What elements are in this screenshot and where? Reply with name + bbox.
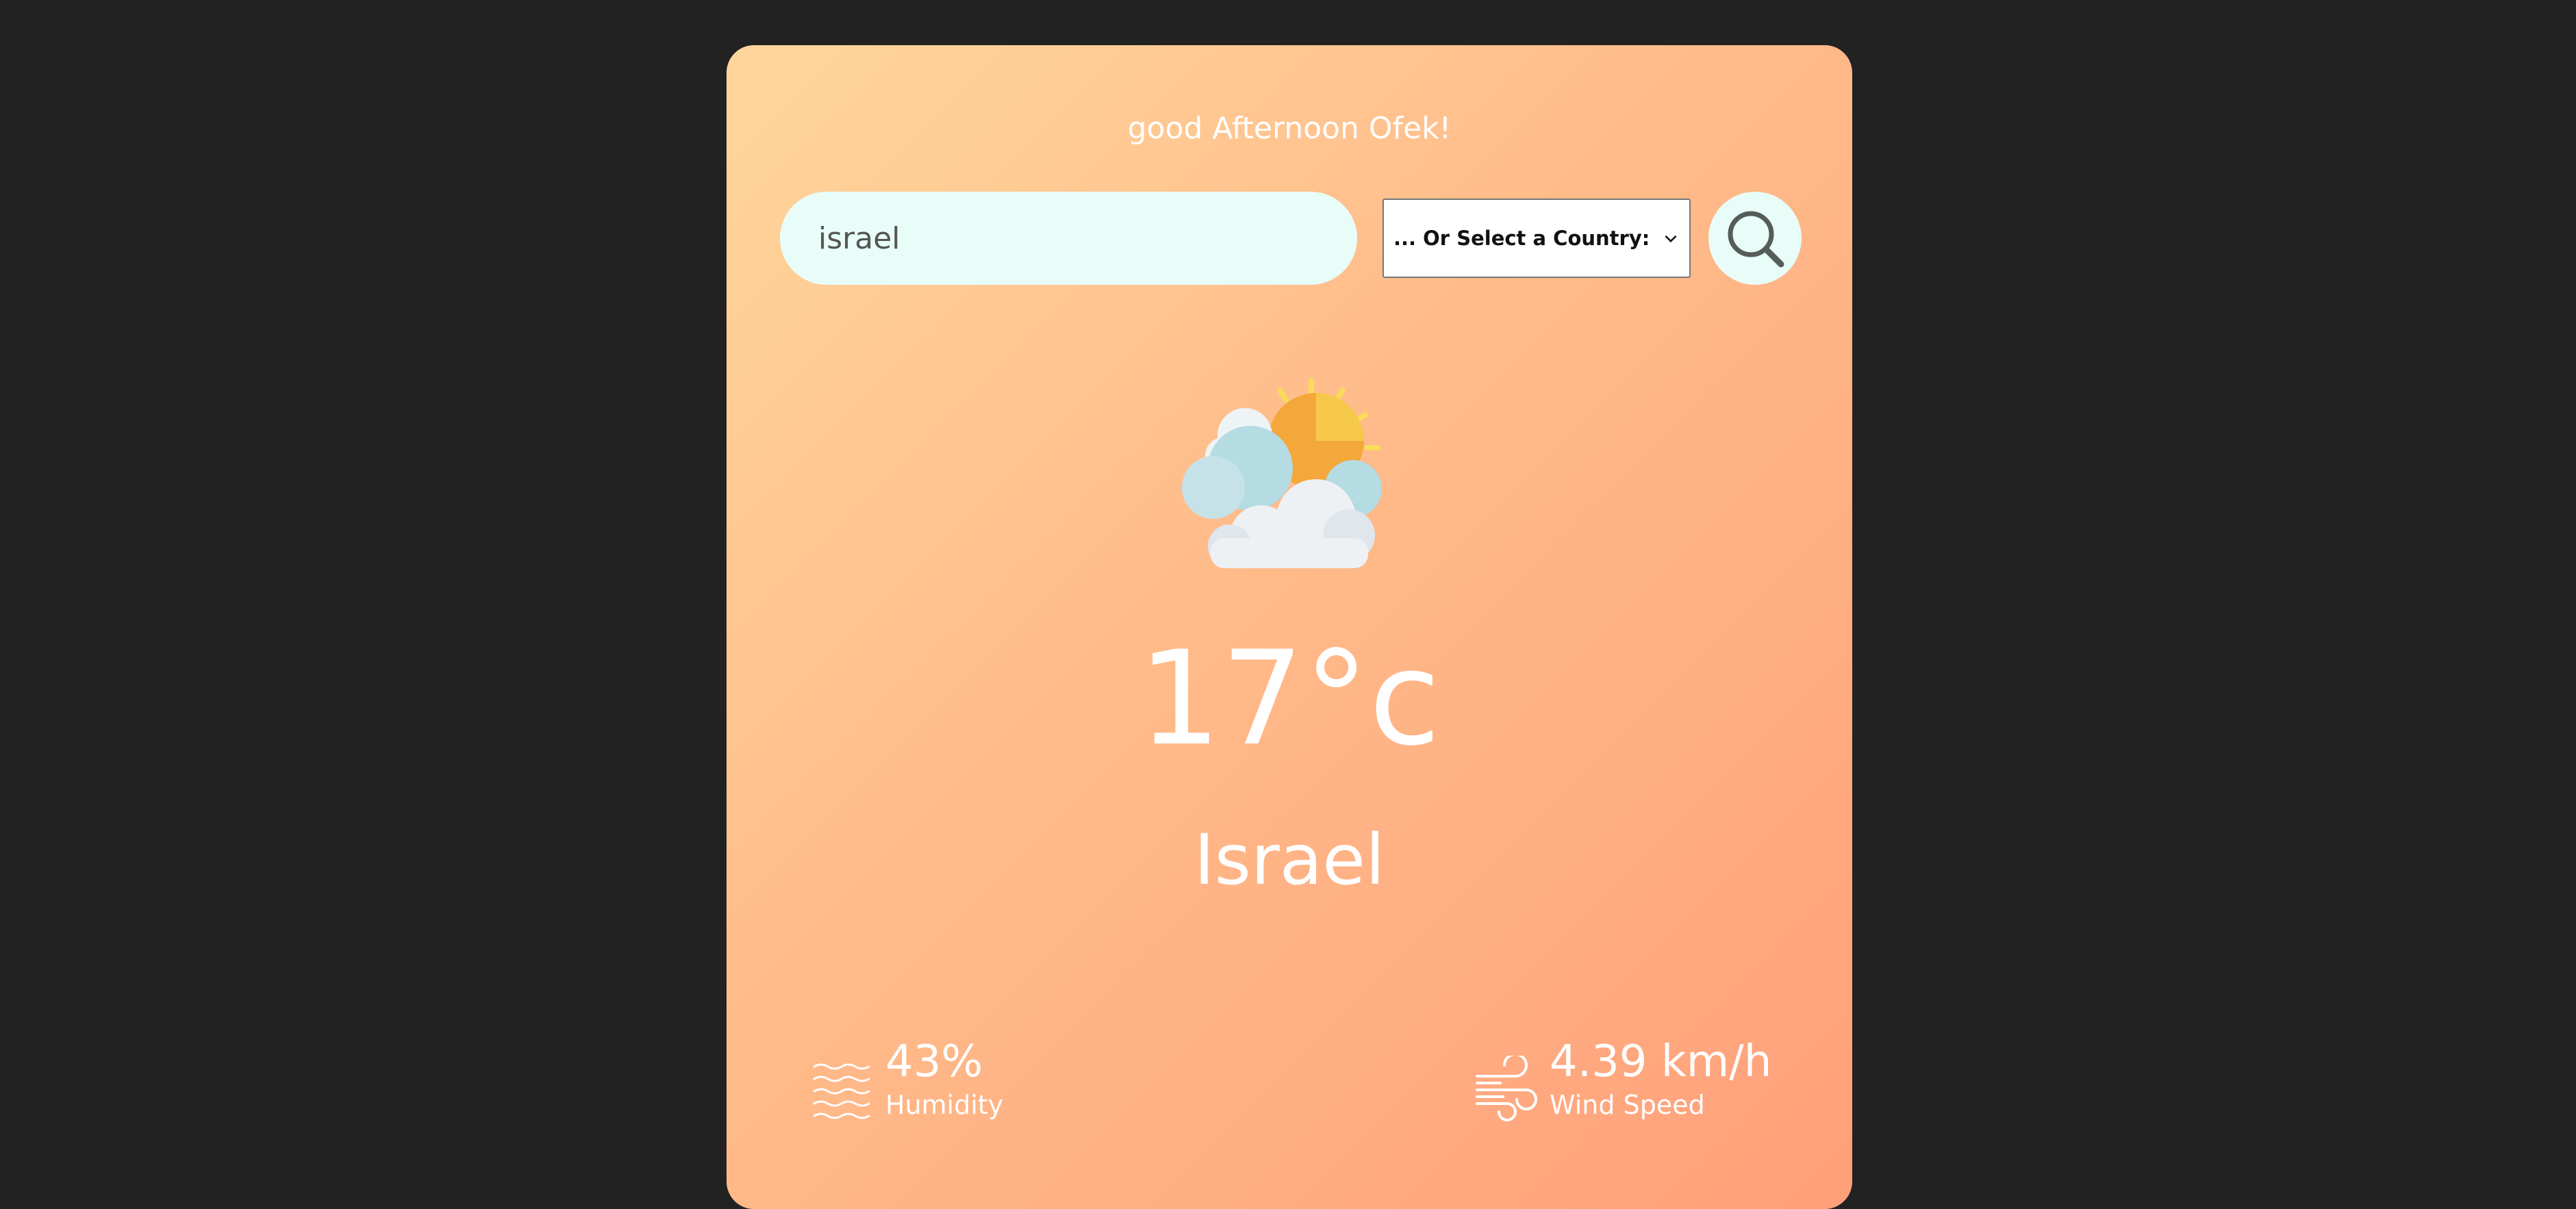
search-button[interactable]	[1708, 192, 1802, 285]
country-select[interactable]: ... Or Select a Country:	[1382, 199, 1691, 278]
humidity-label: Humidity	[885, 1090, 1004, 1121]
city-name: Israel	[1194, 819, 1385, 901]
wind-icon	[1476, 1056, 1537, 1121]
greeting-text: good Afternoon Ofek!	[1127, 111, 1452, 146]
humidity-waves-icon	[813, 1063, 870, 1119]
chevron-down-icon	[1665, 235, 1677, 243]
wind-stat: 4.39 km/h Wind Speed	[1473, 1038, 1771, 1124]
humidity-stat: 43% Humidity	[809, 1038, 1003, 1124]
partly-cloudy-icon	[1182, 378, 1382, 568]
wind-speed-value: 4.39 km/h	[1550, 1036, 1772, 1087]
humidity-value: 43%	[885, 1036, 983, 1087]
country-select-label: ... Or Select a Country:	[1393, 227, 1650, 250]
search-icon	[1728, 211, 1784, 268]
search-row: ... Or Select a Country:	[780, 192, 1802, 285]
weather-card: good Afternoon Ofek! ... Or Select a Cou…	[727, 45, 1852, 1209]
wind-speed-label: Wind Speed	[1550, 1090, 1705, 1121]
city-search-input[interactable]	[780, 192, 1357, 285]
temperature: 17°c	[1138, 623, 1441, 774]
